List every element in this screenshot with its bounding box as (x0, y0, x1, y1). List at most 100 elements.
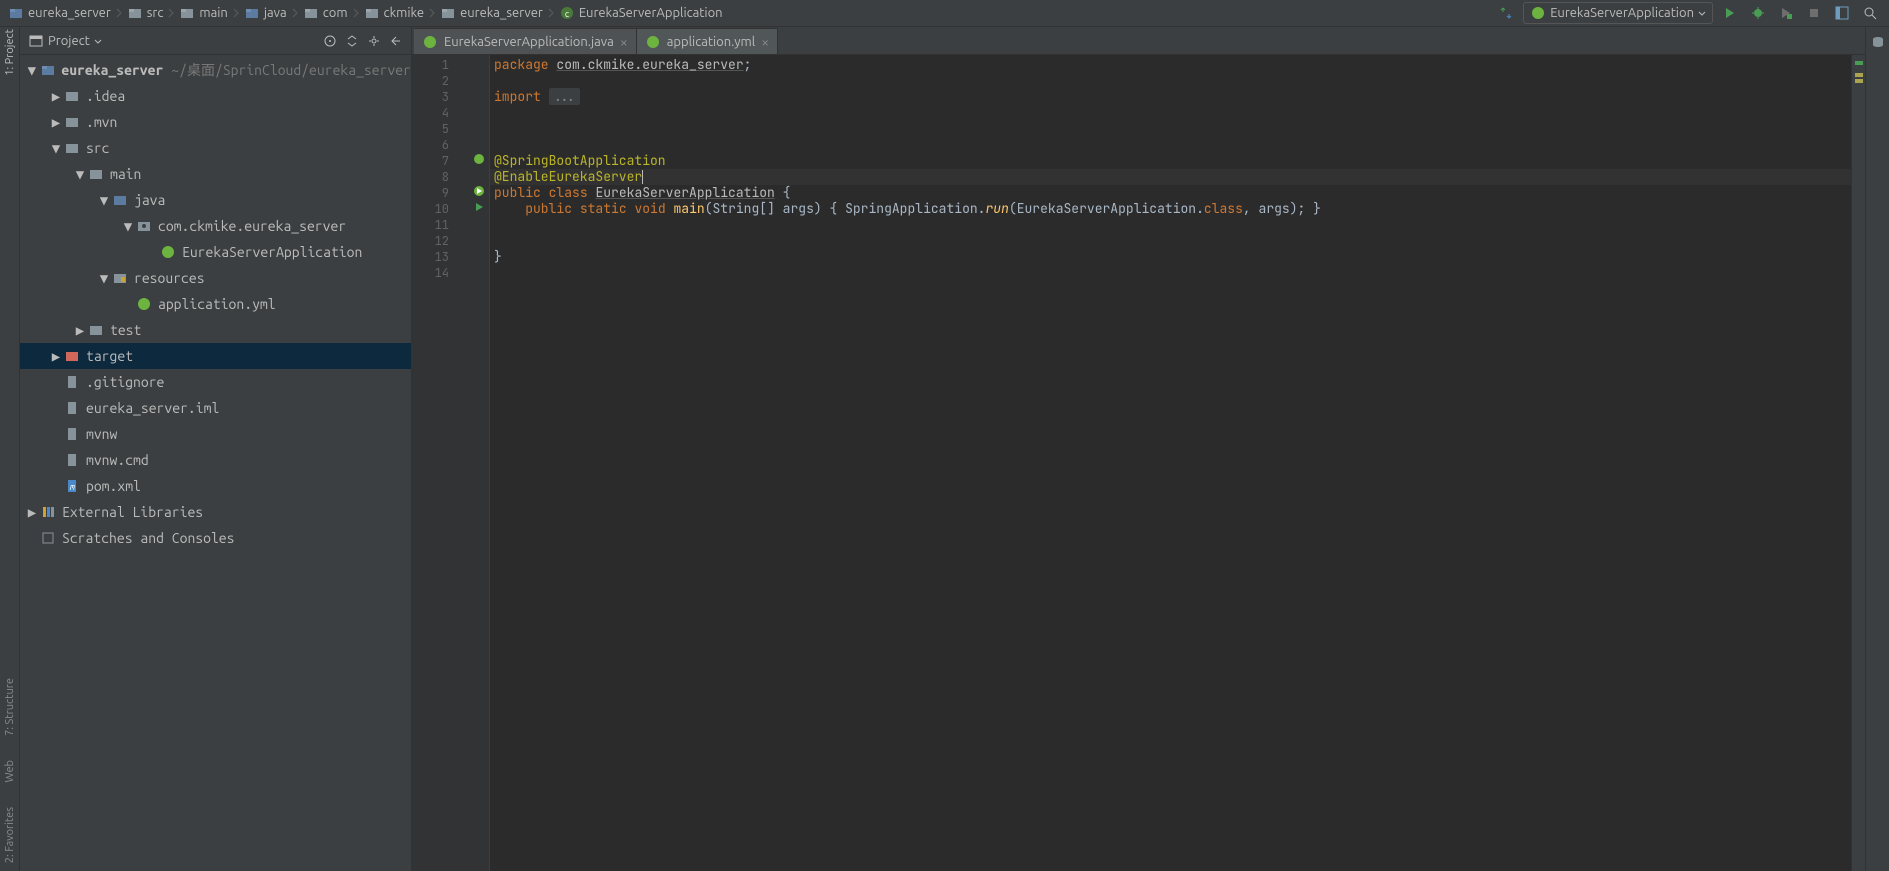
close-icon[interactable]: × (620, 34, 628, 50)
database-tool-button[interactable] (1867, 31, 1889, 53)
left-tool-strip: 1: Project 7: Structure Web 2: Favorites (0, 27, 20, 871)
tab-yml[interactable]: application.yml × (637, 28, 778, 54)
expand-arrow-icon[interactable]: ▼ (120, 218, 136, 235)
tree-mvn[interactable]: ▶ .mvn (20, 109, 411, 135)
resources-root-icon (112, 270, 128, 286)
code-editor[interactable]: package com.ckmike.eureka_server; import… (490, 55, 1851, 871)
tree-mvnw-cmd[interactable]: mvnw.cmd (20, 447, 411, 473)
project-tree[interactable]: ▼ eureka_server ~/桌面/SprinCloud/eureka_s… (20, 55, 411, 871)
expand-arrow-icon[interactable]: ▼ (96, 270, 112, 287)
tab-label: EurekaServerApplication.java (444, 35, 614, 49)
chevron-down-icon (1698, 6, 1706, 20)
run-line-marker-icon[interactable] (473, 153, 485, 169)
tree-gitignore[interactable]: .gitignore (20, 369, 411, 395)
editor-gutter[interactable]: 1 2 3 4 5 6 7 8 9 10 11 12 13 14 (412, 55, 490, 871)
tree-label: pom.xml (86, 478, 141, 494)
tree-java[interactable]: ▼ java (20, 187, 411, 213)
tree-pom[interactable]: m pom.xml (20, 473, 411, 499)
close-icon[interactable]: × (761, 34, 769, 50)
tab-java[interactable]: EurekaServerApplication.java × (414, 28, 637, 54)
crumb-com[interactable]: com (299, 1, 352, 25)
tree-app-yml[interactable]: application.yml (20, 291, 411, 317)
run-line-marker-icon[interactable] (473, 201, 485, 217)
run-line-marker-icon[interactable] (473, 185, 485, 201)
expand-arrow-icon[interactable]: ▶ (48, 348, 64, 365)
expand-arrow-icon[interactable]: ▼ (72, 166, 88, 183)
expand-arrow-icon[interactable]: ▶ (48, 114, 64, 131)
crumb-label: ckmike (384, 6, 425, 20)
tree-scratches[interactable]: Scratches and Consoles (20, 525, 411, 551)
crumb-src[interactable]: src (123, 1, 168, 25)
expand-arrow-icon[interactable]: ▶ (48, 88, 64, 105)
chevron-right-icon (167, 1, 175, 25)
crumb-main[interactable]: main (175, 1, 231, 25)
editor: EurekaServerApplication.java × applicati… (412, 27, 1865, 871)
stop-button[interactable] (1803, 2, 1825, 24)
file-icon (64, 374, 80, 390)
expand-arrow-icon[interactable]: ▶ (24, 504, 40, 521)
tree-resources[interactable]: ▼ resources (20, 265, 411, 291)
update-project-button[interactable] (1495, 2, 1517, 24)
crumb-label: src (147, 6, 164, 20)
tab-label: application.yml (667, 35, 755, 49)
spring-boot-icon (1530, 5, 1546, 21)
module-folder-icon (8, 5, 24, 21)
expand-all-button[interactable] (343, 32, 361, 50)
tool-project[interactable]: 1: Project (4, 29, 16, 76)
tree-external-libs[interactable]: ▶ External Libraries (20, 499, 411, 525)
package-icon (364, 5, 380, 21)
library-icon (40, 504, 56, 520)
expand-arrow-icon[interactable]: ▼ (24, 62, 40, 79)
project-pane: Project ▼ eureka_server ~/桌面/SprinCloud/… (20, 27, 412, 871)
excluded-folder-icon (64, 348, 80, 364)
svg-text:c: c (565, 9, 569, 19)
expand-arrow-icon[interactable]: ▼ (96, 192, 112, 209)
tree-root[interactable]: ▼ eureka_server ~/桌面/SprinCloud/eureka_s… (20, 57, 411, 83)
tree-main[interactable]: ▼ main (20, 161, 411, 187)
project-window-icon (28, 33, 44, 49)
crumb-module[interactable]: eureka_server (4, 1, 115, 25)
folder-icon (179, 5, 195, 21)
chevron-right-icon (352, 1, 360, 25)
tree-mvnw[interactable]: mvnw (20, 421, 411, 447)
class-icon (422, 34, 438, 50)
hide-button[interactable] (387, 32, 405, 50)
toolbar-actions: EurekaServerApplication (1495, 2, 1885, 24)
expand-arrow-icon[interactable]: ▼ (48, 140, 64, 157)
tree-label: External Libraries (62, 504, 203, 520)
tree-package[interactable]: ▼ com.ckmike.eureka_server (20, 213, 411, 239)
chevron-right-icon (428, 1, 436, 25)
tree-idea[interactable]: ▶ .idea (20, 83, 411, 109)
tool-web[interactable]: Web (4, 760, 16, 783)
crumb-eureka-server[interactable]: eureka_server (436, 1, 547, 25)
package-icon (303, 5, 319, 21)
tree-label: .gitignore (86, 374, 164, 390)
gear-icon[interactable] (365, 32, 383, 50)
tree-test[interactable]: ▶ test (20, 317, 411, 343)
tree-app-class[interactable]: EurekaServerApplication (20, 239, 411, 265)
tree-label: mvnw.cmd (86, 452, 149, 468)
editor-error-stripe[interactable] (1851, 55, 1865, 871)
crumb-java[interactable]: java (240, 1, 291, 25)
run-button[interactable] (1719, 2, 1741, 24)
file-icon (64, 452, 80, 468)
crumb-ckmike[interactable]: ckmike (360, 1, 429, 25)
tree-label: .idea (86, 88, 125, 104)
debug-button[interactable] (1747, 2, 1769, 24)
yaml-file-icon (136, 296, 152, 312)
run-configuration-select[interactable]: EurekaServerApplication (1523, 2, 1713, 24)
search-everywhere-button[interactable] (1859, 2, 1881, 24)
tree-target[interactable]: ▶ target (20, 343, 411, 369)
chevron-down-icon[interactable] (94, 34, 102, 48)
tree-iml[interactable]: eureka_server.iml (20, 395, 411, 421)
layout-button[interactable] (1831, 2, 1853, 24)
crumb-label: com (323, 6, 348, 20)
chevron-right-icon (232, 1, 240, 25)
run-coverage-button[interactable] (1775, 2, 1797, 24)
crumb-class[interactable]: c EurekaServerApplication (555, 1, 727, 25)
expand-arrow-icon[interactable]: ▶ (72, 322, 88, 339)
tool-favorites[interactable]: 2: Favorites (4, 807, 16, 863)
locate-button[interactable] (321, 32, 339, 50)
tree-src[interactable]: ▼ src (20, 135, 411, 161)
tool-structure[interactable]: 7: Structure (4, 678, 16, 736)
